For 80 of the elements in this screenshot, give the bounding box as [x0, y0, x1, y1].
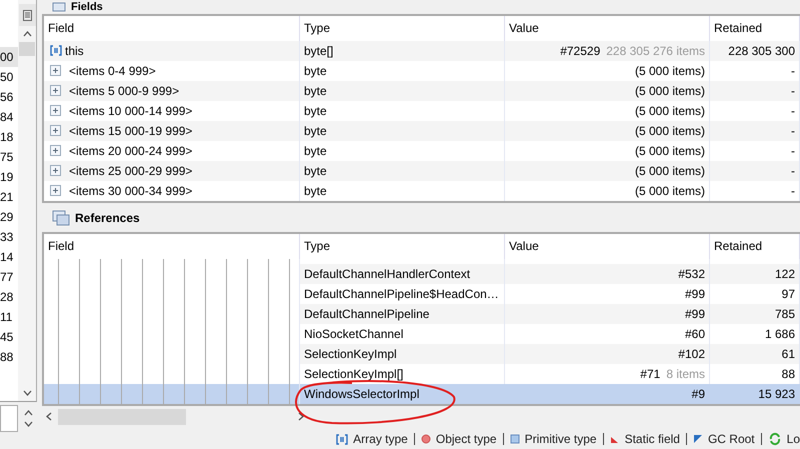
legend-label: Array type [353, 432, 408, 446]
table-cell-text: 228 305 276 items [606, 42, 705, 60]
table-cell-text: <items 25 000-29 999> [69, 162, 192, 180]
table-cell: - [710, 60, 800, 81]
table-cell-text: #72529 [560, 42, 600, 60]
table-cell: WindowsSelectorImpl [300, 384, 505, 404]
corner-mark-icon [610, 434, 620, 444]
column-header[interactable]: Field [44, 234, 300, 260]
table-cell: SelectionKeyImpl [300, 344, 505, 364]
input-field[interactable] [0, 405, 18, 432]
expand-icon[interactable] [50, 185, 61, 196]
table-cell: byte [300, 140, 505, 161]
table-cell: 122 [710, 264, 800, 284]
panel-title: References [75, 211, 140, 226]
table-cell: DefaultChannelHandlerContext [300, 264, 505, 284]
square-icon [510, 434, 520, 444]
table-cell: - [710, 80, 800, 101]
scroll-thumb[interactable] [19, 42, 35, 56]
table-cell: 228 305 300 [710, 40, 800, 61]
legend-label: Static field [624, 432, 680, 446]
table-cell: - [710, 100, 800, 121]
table-cell: byte [300, 160, 505, 181]
table-cell-text: (5 000 items) [634, 62, 705, 80]
list-item[interactable]: 00 [0, 47, 18, 67]
table-cell: byte [300, 180, 505, 201]
table-cell-text: (5 000 items) [634, 82, 705, 100]
table-cell-text: 8 items [666, 366, 705, 384]
table-cell-text: #532 [678, 266, 705, 284]
table-cell-text: (5 000 items) [634, 162, 705, 180]
scrollbar[interactable] [18, 0, 37, 402]
legend-label: Object type [436, 432, 497, 446]
columns-icon[interactable] [18, 4, 36, 26]
expand-icon[interactable] [50, 125, 61, 136]
table-cell-text: <items 5 000-9 999> [69, 82, 180, 100]
corner-flag-icon [692, 434, 703, 444]
table-cell-text: (5 000 items) [634, 122, 705, 140]
expand-icon[interactable] [50, 165, 61, 176]
panel-icon [52, 2, 66, 12]
table-cell-text: <items 30 000-34 999> [69, 182, 192, 200]
expand-icon[interactable] [50, 65, 61, 76]
table-cell: byte [300, 80, 505, 101]
expand-icon[interactable] [50, 145, 61, 156]
table-cell-text: <items 20 000-24 999> [69, 142, 192, 160]
circle-icon [420, 434, 431, 444]
table-cell: 785 [710, 304, 800, 324]
table-cell-text: (5 000 items) [634, 102, 705, 120]
table-cell: - [710, 140, 800, 161]
table-cell: - [710, 120, 800, 141]
table-cell-text: (5 000 items) [634, 142, 705, 160]
table-cell-text: #99 [684, 306, 705, 324]
legend-label: Primitive type [524, 432, 597, 446]
table-cell-text: #71 [640, 366, 660, 384]
table-cell-text: #102 [678, 346, 705, 364]
expand-icon[interactable] [50, 85, 61, 96]
table-cell-text: #60 [684, 326, 705, 344]
table-cell-text: #99 [684, 286, 705, 304]
table-cell: DefaultChannelPipeline [300, 304, 505, 324]
expand-icon[interactable] [50, 105, 61, 116]
legend-label: GC Root [708, 432, 755, 446]
panel-title: Fields [71, 0, 103, 13]
array-icon [50, 45, 62, 56]
panel-icon [52, 210, 70, 226]
table-cell-text: this [65, 42, 84, 60]
table-cell: - [710, 160, 800, 181]
table-cell: byte[] [300, 40, 505, 61]
table-cell: byte [300, 60, 505, 81]
table-cell: 15 923 [710, 384, 800, 404]
table-cell: byte [300, 120, 505, 141]
table-cell-text: #9 [692, 386, 705, 404]
legend-label: Lo [786, 432, 800, 446]
table-cell: byte [300, 100, 505, 121]
scroll-thumb[interactable] [58, 408, 186, 425]
table-cell-text: <items 10 000-14 999> [69, 102, 192, 120]
loop-arrows-icon [768, 432, 782, 446]
table-cell: - [710, 180, 800, 201]
table-cell-text: (5 000 items) [634, 182, 705, 200]
table-cell: 61 [710, 344, 800, 364]
table-cell-text: <items 0-4 999> [69, 62, 156, 80]
table-cell-text: <items 15 000-19 999> [69, 122, 192, 140]
array-icon [336, 434, 348, 445]
